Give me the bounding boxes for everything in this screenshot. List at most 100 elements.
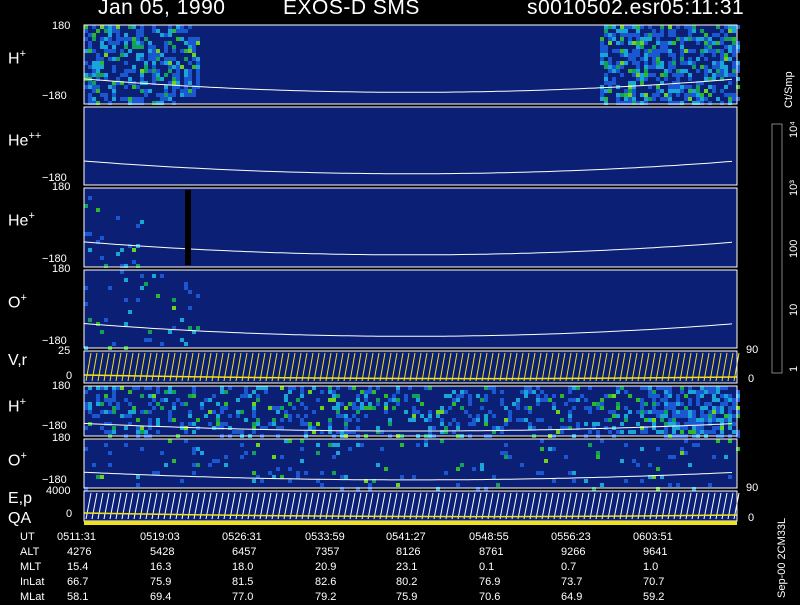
- heatmap-cell: [304, 414, 308, 418]
- heatmap-cell: [428, 410, 432, 414]
- heatmap-cell: [504, 406, 508, 410]
- heatmap-cell: [424, 439, 428, 443]
- heatmap-cell: [708, 430, 712, 434]
- heatmap-cell: [704, 89, 708, 93]
- heatmap-cell: [148, 422, 152, 426]
- heatmap-cell: [572, 406, 576, 410]
- heatmap-cell: [728, 57, 732, 61]
- heatmap-cell: [624, 29, 628, 33]
- colorbar-unit: Ct/Smp: [783, 71, 795, 108]
- heatmap-cell: [180, 49, 184, 53]
- heatmap-cell: [648, 410, 652, 414]
- heatmap-cell: [176, 29, 180, 33]
- heatmap-cell: [448, 422, 452, 426]
- heatmap-cell: [336, 394, 340, 398]
- heatmap-cell: [608, 37, 612, 41]
- heatmap-cell: [320, 406, 324, 410]
- ut-cell: 70.7: [643, 576, 665, 588]
- heatmap-cell: [140, 89, 144, 93]
- heatmap-cell: [688, 414, 692, 418]
- heatmap-cell: [136, 45, 140, 49]
- heatmap-cell: [612, 410, 616, 414]
- heatmap-cell: [500, 402, 504, 406]
- heatmap-cell: [88, 248, 92, 252]
- panel-label-he-plusplus: He++: [8, 130, 42, 150]
- heatmap-cell: [88, 386, 92, 390]
- heatmap-cell: [256, 443, 260, 447]
- heatmap-cell: [680, 85, 684, 89]
- heatmap-cell: [88, 410, 92, 414]
- heatmap-cell: [456, 467, 460, 471]
- ut-cell: 64.9: [561, 591, 583, 603]
- heatmap-cell: [708, 414, 712, 418]
- heatmap-cell: [732, 73, 736, 77]
- rtick-top-ep: 90: [746, 482, 759, 494]
- heatmap-cell: [632, 25, 636, 29]
- heatmap-cell: [140, 394, 144, 398]
- heatmap-cell: [260, 386, 264, 390]
- heatmap-cell: [684, 410, 688, 414]
- heatmap-cell: [528, 426, 532, 430]
- heatmap-cell: [528, 390, 532, 394]
- heatmap-cell: [536, 471, 540, 475]
- heatmap-cell: [212, 410, 216, 414]
- heatmap-cell: [96, 53, 100, 57]
- heatmap-cell: [564, 402, 568, 406]
- heatmap-cell: [716, 406, 720, 410]
- heatmap-cell: [676, 410, 680, 414]
- heatmap-cell: [628, 410, 632, 414]
- heatmap-cell: [144, 410, 148, 414]
- heatmap-cell: [200, 402, 204, 406]
- heatmap-cell: [688, 37, 692, 41]
- heatmap-cell: [660, 398, 664, 402]
- heatmap-cell: [124, 73, 128, 77]
- heatmap-cell: [352, 406, 356, 410]
- heatmap-cell: [240, 410, 244, 414]
- heatmap-cell: [88, 73, 92, 77]
- heatmap-cell: [172, 418, 176, 422]
- heatmap-cell: [92, 73, 96, 77]
- heatmap-cell: [176, 25, 180, 29]
- heatmap-cell: [456, 422, 460, 426]
- heatmap-cell: [548, 447, 552, 451]
- heatmap-cell: [516, 398, 520, 402]
- heatmap-cell: [172, 390, 176, 394]
- heatmap-cell: [724, 414, 728, 418]
- heatmap-cell: [104, 430, 108, 434]
- heatmap-cell: [172, 406, 176, 410]
- heatmap-cell: [680, 89, 684, 93]
- heatmap-cell: [504, 418, 508, 422]
- heatmap-cell: [192, 65, 196, 69]
- ytick-top-ep: 4000: [46, 485, 71, 497]
- ut-cell: 0511:31: [57, 531, 96, 543]
- heatmap-cell: [568, 418, 572, 422]
- heatmap-cell: [328, 386, 332, 390]
- heatmap-cell: [176, 37, 180, 41]
- heatmap-cell: [172, 306, 176, 310]
- heatmap-cell: [180, 89, 184, 93]
- heatmap-cell: [668, 406, 672, 410]
- heatmap-cell: [712, 394, 716, 398]
- heatmap-cell: [688, 463, 692, 467]
- ut-cell: 0548:55: [469, 531, 509, 543]
- heatmap-cell: [256, 418, 260, 422]
- heatmap-cell: [688, 97, 692, 101]
- heatmap-cell: [240, 443, 244, 447]
- ytick-bot-h-plus-2: −180: [42, 420, 67, 432]
- heatmap-cell: [360, 406, 364, 410]
- heatmap-cell: [328, 426, 332, 430]
- heatmap-cell: [208, 463, 212, 467]
- heatmap-cell: [236, 398, 240, 402]
- heatmap-cell: [708, 45, 712, 49]
- heatmap-cell: [280, 418, 284, 422]
- heatmap-cell: [296, 414, 300, 418]
- heatmap-cell: [236, 410, 240, 414]
- heatmap-cell: [720, 426, 724, 430]
- heatmap-cell: [640, 414, 644, 418]
- heatmap-cell: [680, 386, 684, 390]
- heatmap-cell: [176, 73, 180, 77]
- heatmap-cell: [620, 93, 624, 97]
- ut-cell: 8761: [479, 546, 504, 558]
- heatmap-cell: [132, 386, 136, 390]
- heatmap-cell: [612, 414, 616, 418]
